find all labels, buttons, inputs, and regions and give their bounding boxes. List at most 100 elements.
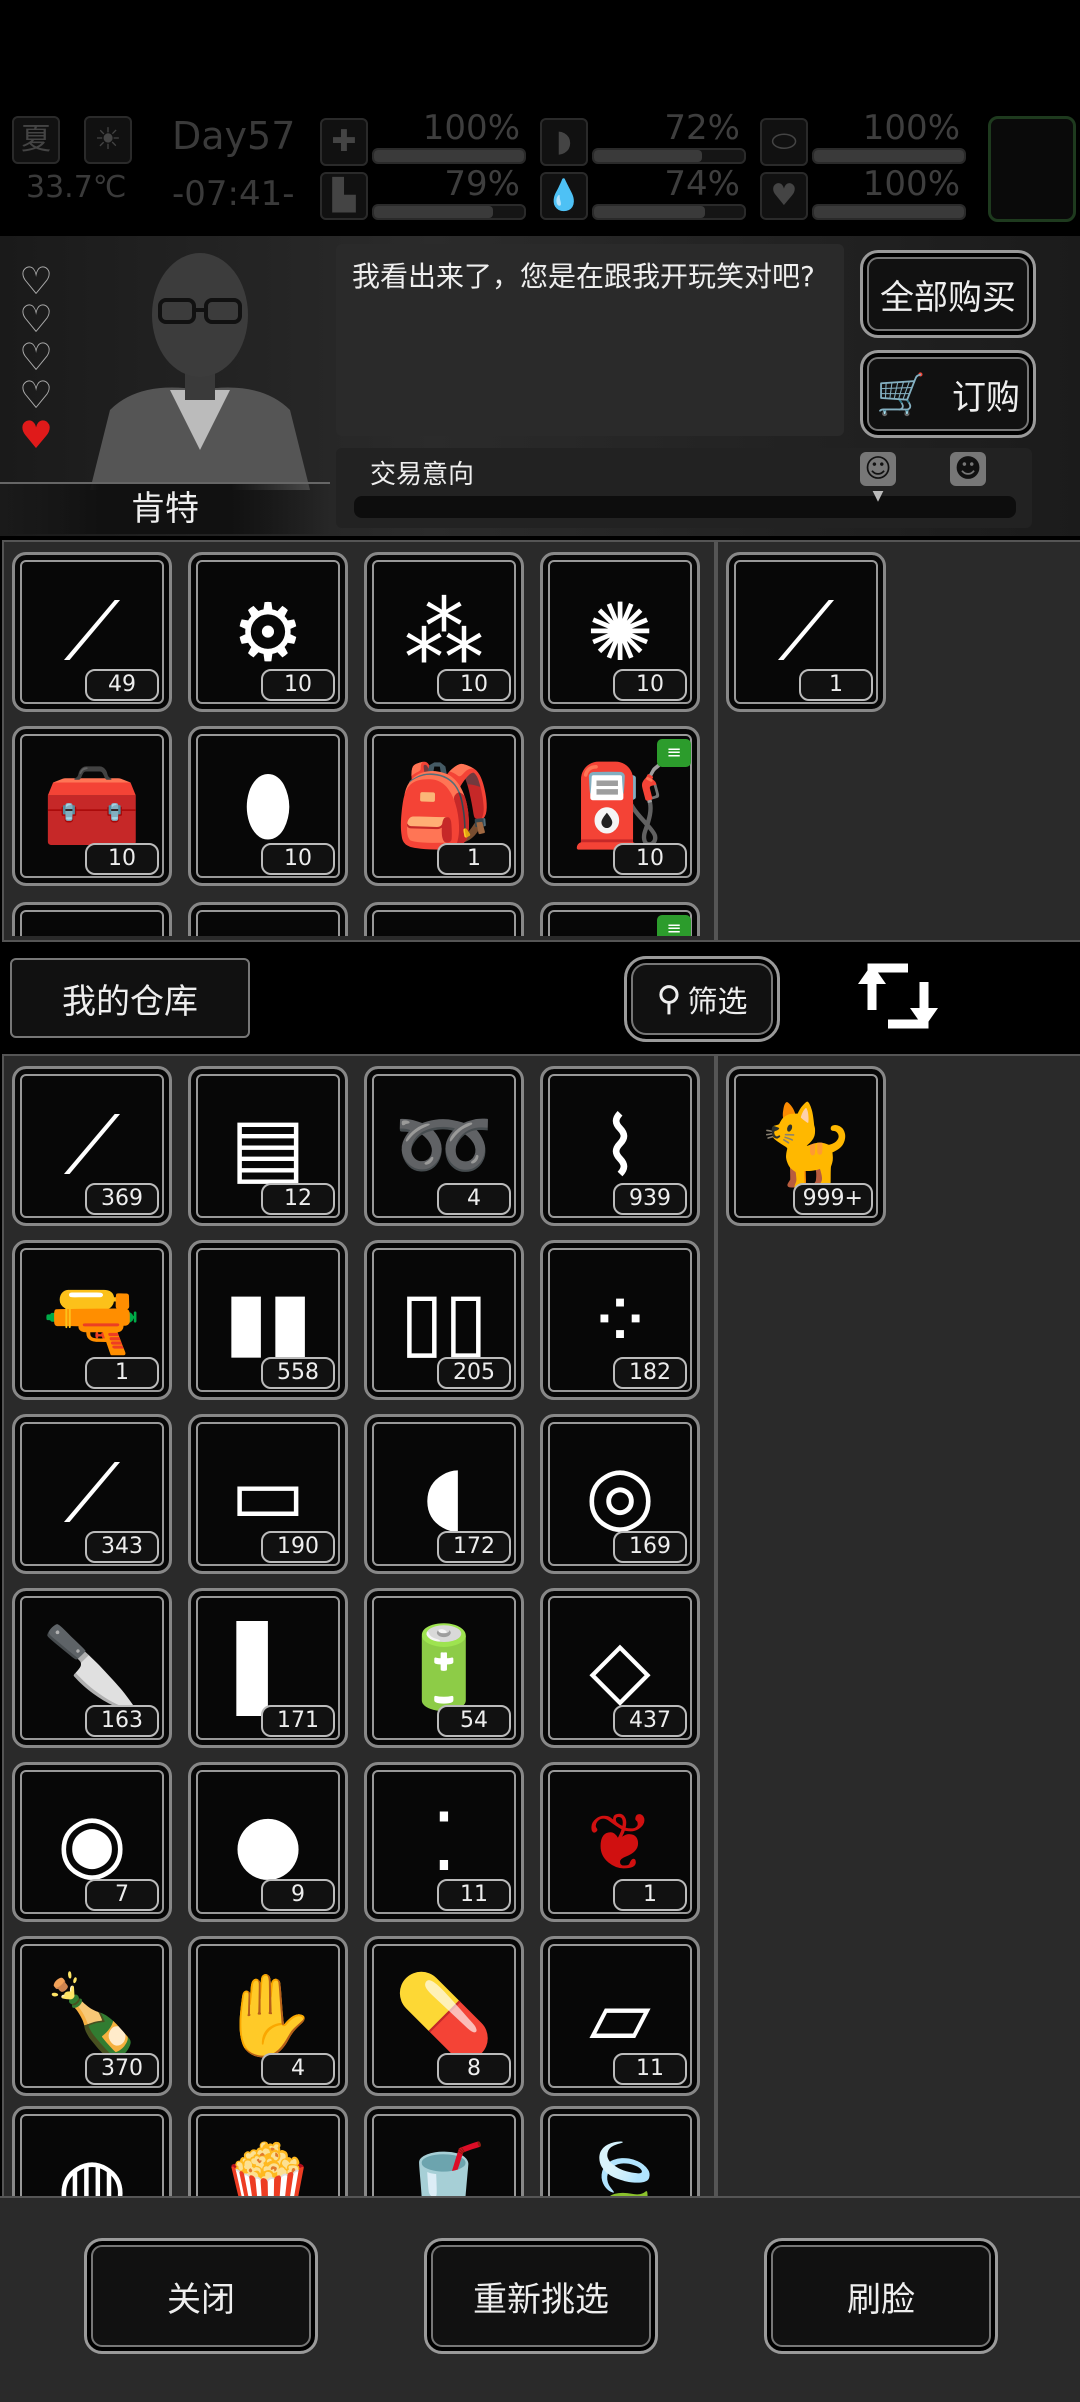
item-quantity: 169 [613, 1531, 687, 1563]
inventory-slot[interactable]: ➿ 4 [364, 1066, 524, 1226]
happy-face-icon: ☺ [860, 452, 896, 486]
item-quantity: 4 [261, 2053, 335, 2085]
refresh-face-button[interactable]: 刷脸 [764, 2238, 998, 2354]
item-quantity: 10 [613, 843, 687, 875]
inventory-slot[interactable]: ▯▯ 205 [364, 1240, 524, 1400]
inventory-slot[interactable]: ◎ 169 [540, 1414, 700, 1574]
grin-face-icon: ☻ [950, 452, 986, 486]
trader-inventory-partial-row: ⌐ ╱ ╱ ▟≡ [12, 902, 710, 936]
trader-name: 肯特 [131, 489, 199, 529]
item-quantity: 10 [261, 843, 335, 875]
inventory-slot[interactable]: ⛽ 10 ≡ [540, 726, 700, 886]
hunger-stat-value: 72% [664, 108, 740, 148]
inventory-slot[interactable]: ⟋ 49 [12, 552, 172, 712]
trader-name-plate: 肯特 [0, 482, 330, 534]
water-drop-icon: 💧 [540, 172, 588, 220]
item-quantity: 171 [261, 1705, 335, 1737]
inventory-slot[interactable]: ⁘ 182 [540, 1240, 700, 1400]
inventory-slot[interactable]: ✋ 4 [188, 1936, 348, 2096]
item-quantity: 54 [437, 1705, 511, 1737]
item-quantity: 437 [613, 1705, 687, 1737]
inventory-slot[interactable]: 🔪 163 [12, 1588, 172, 1748]
order-button[interactable]: 🛒 订购 [860, 350, 1036, 438]
cola-cup-icon: 🥤 [394, 2139, 494, 2196]
warehouse-title: 我的仓库 [62, 981, 198, 1022]
inventory-slot[interactable]: ⌇ 939 [540, 1066, 700, 1226]
inventory-slot[interactable]: ⁂ 10 [364, 552, 524, 712]
trade-intent-marker: ▼ [872, 488, 884, 504]
inventory-slot[interactable]: ◍ [12, 2106, 172, 2196]
boot-icon: ▙ [320, 172, 368, 220]
item-quantity: 4 [437, 1183, 511, 1215]
inventory-slot[interactable]: ⟋ 343 [12, 1414, 172, 1574]
inventory-slot[interactable]: 🍿 [188, 2106, 348, 2196]
inventory-slot[interactable]: 🎒 1 [364, 726, 524, 886]
leaf-icon: 🍃 [570, 2139, 670, 2196]
trade-intent-panel: 交易意向 ☺ ☻ ▼ [336, 448, 1032, 528]
inventory-slot[interactable]: ⬮ 10 [188, 726, 348, 886]
inventory-slot[interactable]: ⟋ 369 [12, 1066, 172, 1226]
inventory-slot[interactable]: ❦ 1 [540, 1762, 700, 1922]
close-button[interactable]: 关闭 [84, 2238, 318, 2354]
item-quantity: 370 [85, 2053, 159, 2085]
inventory-slot[interactable]: 🥤 [364, 2106, 524, 2196]
buy-all-button[interactable]: 全部购买 [860, 250, 1036, 338]
tape-roll-icon: ◍ [57, 2139, 127, 2197]
magnifier-icon: ⚲ [656, 979, 682, 1019]
stamina-stat-bar [372, 204, 526, 220]
item-quantity: 1 [799, 669, 873, 701]
inventory-slot[interactable]: 🧰 10 [12, 726, 172, 886]
inventory-slot[interactable]: ⚙ 10 [188, 552, 348, 712]
inventory-slot[interactable]: ⌐ [12, 902, 172, 936]
inventory-slot[interactable]: ◇ 437 [540, 1588, 700, 1748]
inventory-slot[interactable]: ▭ 190 [188, 1414, 348, 1574]
immunity-stat-value: 100% [862, 108, 960, 148]
relationship-heart-icon: ♡ [18, 335, 54, 379]
popcorn-icon: 🍿 [218, 2139, 318, 2196]
inventory-slot[interactable]: ▮▮ 558 [188, 1240, 348, 1400]
inventory-slot[interactable]: ▤ 12 [188, 1066, 348, 1226]
thirst-stat-value: 74% [664, 164, 740, 204]
trade-intent-label: 交易意向 [370, 460, 475, 490]
inventory-slot[interactable]: 🐈 999+ [726, 1066, 886, 1226]
temperature-label: 33.7℃ [26, 170, 127, 205]
inventory-slot[interactable]: ◖ 172 [364, 1414, 524, 1574]
item-quantity: 999+ [792, 1183, 873, 1215]
item-quantity: 10 [437, 669, 511, 701]
inventory-slot[interactable]: ⁚ 11 [364, 1762, 524, 1922]
item-quantity: 10 [613, 669, 687, 701]
note-badge-icon: ≡ [657, 915, 691, 936]
inventory-slot[interactable]: ● 9 [188, 1762, 348, 1922]
dialogue-text: 我看出来了，您是在跟我开玩笑对吧? [352, 260, 815, 293]
item-quantity: 10 [85, 843, 159, 875]
order-label: 订购 [951, 377, 1020, 418]
reselect-button[interactable]: 重新挑选 [424, 2238, 658, 2354]
inventory-slot[interactable]: ╱ [188, 902, 348, 936]
item-quantity: 49 [85, 669, 159, 701]
inventory-slot[interactable]: ▌ 171 [188, 1588, 348, 1748]
buy-all-label: 全部购买 [880, 277, 1016, 318]
equipment-slot[interactable] [988, 116, 1076, 222]
inventory-slot[interactable]: ▟≡ [540, 902, 700, 936]
health-stat-bar [372, 148, 526, 164]
time-label: -07:41- [172, 174, 295, 214]
inventory-slot[interactable]: 🍾 370 [12, 1936, 172, 2096]
inventory-slot[interactable]: ⟋ 1 [726, 552, 886, 712]
inventory-slot[interactable]: ◉ 7 [12, 1762, 172, 1922]
inventory-slot[interactable]: 🍃 [540, 2106, 700, 2196]
inventory-slot[interactable]: 💊 8 [364, 1936, 524, 2096]
filter-button[interactable]: ⚲ 筛选 [624, 956, 780, 1042]
item-quantity: 11 [613, 2053, 687, 2085]
inventory-slot[interactable]: 🔫 1 [12, 1240, 172, 1400]
item-quantity: 11 [437, 1879, 511, 1911]
inventory-slot[interactable]: ✺ 10 [540, 552, 700, 712]
warehouse-tab[interactable]: 我的仓库 [10, 958, 250, 1038]
sun-icon: ☀ [84, 116, 132, 164]
thirst-stat-bar [592, 204, 746, 220]
swap-arrows-icon[interactable] [852, 950, 944, 1042]
inventory-slot[interactable]: ▱ 11 [540, 1936, 700, 2096]
spray-bottle-icon: ⌐ [15, 905, 169, 936]
inventory-slot[interactable]: ╱ [364, 902, 524, 936]
inventory-slot[interactable]: 🔋 54 [364, 1588, 524, 1748]
dialogue-box: 我看出来了，您是在跟我开玩笑对吧? [336, 244, 844, 436]
